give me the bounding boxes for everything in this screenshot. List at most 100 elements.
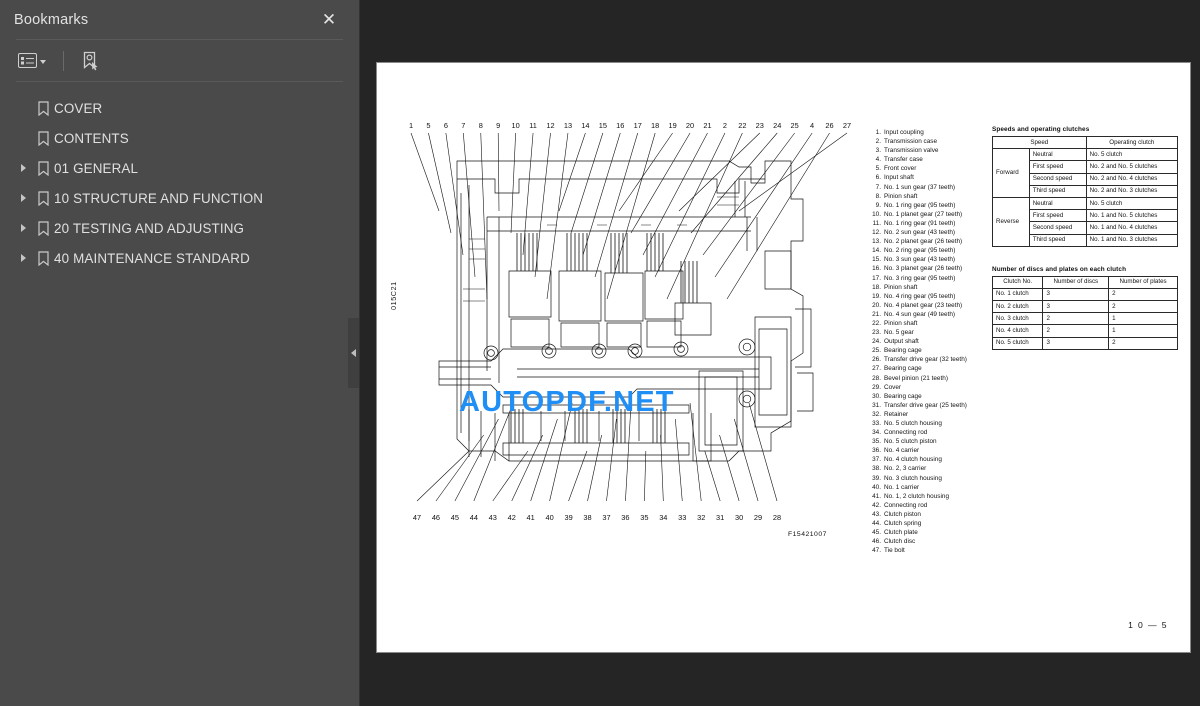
part-name: No. 1, 2 clutch housing: [884, 492, 950, 500]
speed-cell: First speed: [1028, 160, 1087, 174]
part-name: No. 1 carrier: [884, 483, 920, 491]
speed-cell: First speed: [1028, 209, 1087, 223]
part-name: Input shaft: [884, 174, 914, 182]
expand-chevron-icon[interactable]: [14, 224, 32, 232]
parts-legend-item: 29. Cover: [869, 383, 989, 392]
bookmarks-panel: Bookmarks ✕ COVER CONTENTS 01 GENERAL 10…: [0, 0, 360, 706]
toolbar-divider: [63, 50, 64, 71]
clutch-cell: No. 5 clutch: [1085, 196, 1179, 211]
part-number: 3.: [875, 147, 881, 155]
pdf-viewer-area[interactable]: 015C21 1 5 6 7 8 9 10 11 12 13 14 15 16 17 18 19 20 21 2 22…: [361, 0, 1200, 706]
parts-legend-item: 21. No. 4 sun gear (49 teeth): [869, 310, 989, 319]
parts-legend-item: 22. Pinion shaft: [869, 319, 989, 328]
part-number: 5.: [875, 165, 881, 173]
part-number: 17.: [872, 274, 881, 282]
close-icon[interactable]: ✕: [319, 10, 339, 30]
column-header: Operating clutch: [1085, 135, 1179, 150]
speeds-and-clutches-table: Speed Operating clutch Forward Neutral No. 5…: [992, 135, 1179, 247]
collapse-panel-icon[interactable]: [348, 318, 359, 388]
part-name: Pinion shaft: [884, 283, 918, 291]
clutch-cell: No. 5 clutch: [1085, 148, 1179, 162]
table-row: No. 1 clutch 3 2: [991, 287, 1178, 302]
parts-legend-item: 13. No. 2 planet gear (26 teeth): [869, 237, 989, 246]
parts-legend-item: 26. Transfer drive gear (32 teeth): [869, 355, 989, 364]
sidebar-item-01-general[interactable]: 01 GENERAL: [0, 153, 359, 183]
parts-legend-item: 42. Connecting rod: [869, 501, 989, 510]
part-number: 2.: [875, 138, 881, 146]
column-header: Clutch No.: [991, 275, 1044, 289]
parts-legend-item: 35. No. 5 clutch piston: [869, 437, 989, 446]
clutch-cell: No. 2 and No. 5 clutches: [1085, 160, 1179, 174]
sidebar-item-label: CONTENTS: [54, 130, 129, 146]
part-number: 28.: [872, 374, 881, 382]
column-header: Speed: [992, 135, 1087, 150]
table-row: Forward Neutral No. 5 clutch: [992, 148, 1179, 198]
part-name: Pinion shaft: [884, 192, 918, 200]
new-bookmark-button[interactable]: [79, 49, 102, 73]
clutch-cell: No. 2 clutch: [991, 300, 1044, 314]
part-name: Connecting rod: [884, 429, 928, 437]
part-number: 1.: [875, 129, 881, 136]
column-header: Number of discs: [1042, 275, 1110, 289]
table-header-row: Clutch No. Number of discs Number of plate…: [991, 275, 1178, 289]
part-name: No. 3 ring gear (95 teeth): [884, 274, 956, 282]
sidebar-item-label: 20 TESTING AND ADJUSTING: [54, 220, 245, 236]
part-number: 35.: [872, 438, 881, 446]
parts-legend-item: 16. No. 3 planet gear (26 teeth): [869, 264, 989, 273]
sidebar-item-cover[interactable]: COVER: [0, 93, 359, 123]
part-name: Bearing cage: [884, 392, 922, 400]
parts-legend-item: 12. No. 2 sun gear (43 teeth): [869, 228, 989, 237]
discs-cell: 3: [1042, 300, 1110, 314]
reference-tables: Speeds and operating clutches Speed Opera…: [991, 126, 1179, 350]
clutch-cell: No. 1 and No. 4 clutches: [1085, 221, 1179, 235]
column-header: Number of plates: [1108, 275, 1178, 289]
speed-cell: Second speed: [1028, 221, 1087, 235]
expand-chevron-icon[interactable]: [14, 254, 32, 262]
clutch-cell: No. 5 clutch: [991, 336, 1044, 350]
discs-cell: 2: [1042, 324, 1110, 338]
sidebar-item-40-maintenance-standard[interactable]: 40 MAINTENANCE STANDARD: [0, 243, 359, 273]
part-name: Transfer drive gear (32 teeth): [884, 356, 967, 364]
part-name: No. 1 sun gear (37 teeth): [884, 183, 956, 191]
part-number: 45.: [872, 529, 881, 537]
bookmarks-tree: COVER CONTENTS 01 GENERAL 10 STRUCTURE AND …: [0, 82, 359, 273]
plates-cell: 2: [1108, 300, 1178, 314]
part-name: No. 4 planet gear (23 teeth): [884, 301, 963, 309]
bookmarks-panel-header: Bookmarks ✕: [0, 0, 359, 39]
expand-chevron-icon[interactable]: [14, 194, 32, 202]
page-side-code: 015C21: [389, 281, 398, 310]
part-name: No. 1 ring gear (91 teeth): [884, 219, 956, 227]
part-number: 14.: [872, 247, 881, 255]
part-name: Clutch disc: [884, 538, 916, 546]
sidebar-item-20-testing-and-adjusting[interactable]: 20 TESTING AND ADJUSTING: [0, 213, 359, 243]
part-number: 39.: [872, 474, 881, 482]
part-number: 13.: [872, 238, 881, 246]
parts-legend-item: 38. No. 2, 3 carrier: [869, 464, 989, 473]
part-number: 46.: [872, 538, 881, 546]
bookmark-icon: [32, 190, 54, 206]
list-options-icon: [18, 53, 37, 68]
parts-legend-item: 37. No. 4 clutch housing: [869, 455, 989, 464]
bookmark-icon: [32, 220, 54, 236]
part-name: Bevel pinion (21 teeth): [884, 374, 948, 382]
part-name: No. 3 clutch housing: [884, 474, 942, 482]
sidebar-item-contents[interactable]: CONTENTS: [0, 123, 359, 153]
part-number: 42.: [872, 501, 881, 509]
part-number: 21.: [872, 310, 881, 318]
expand-chevron-icon[interactable]: [14, 164, 32, 172]
part-name: Tie bolt: [884, 547, 905, 555]
direction-cell: Reverse: [992, 196, 1030, 247]
parts-legend-item: 2. Transmission case: [869, 137, 989, 146]
part-number: 40.: [872, 483, 881, 491]
parts-legend-item: 17. No. 3 ring gear (95 teeth): [869, 274, 989, 283]
parts-legend-item: 43. Clutch piston: [869, 510, 989, 519]
cross-section-drawing: [438, 160, 814, 462]
part-name: Retainer: [884, 410, 909, 418]
parts-legend-item: 3. Transmission valve: [869, 146, 989, 155]
part-number: 7.: [875, 183, 881, 191]
bookmark-options-button[interactable]: [16, 51, 48, 70]
part-number: 47.: [872, 547, 881, 555]
part-name: No. 5 clutch piston: [884, 438, 937, 446]
sidebar-item-10-structure-and-function[interactable]: 10 STRUCTURE AND FUNCTION: [0, 183, 359, 213]
plates-cell: 2: [1108, 287, 1178, 302]
